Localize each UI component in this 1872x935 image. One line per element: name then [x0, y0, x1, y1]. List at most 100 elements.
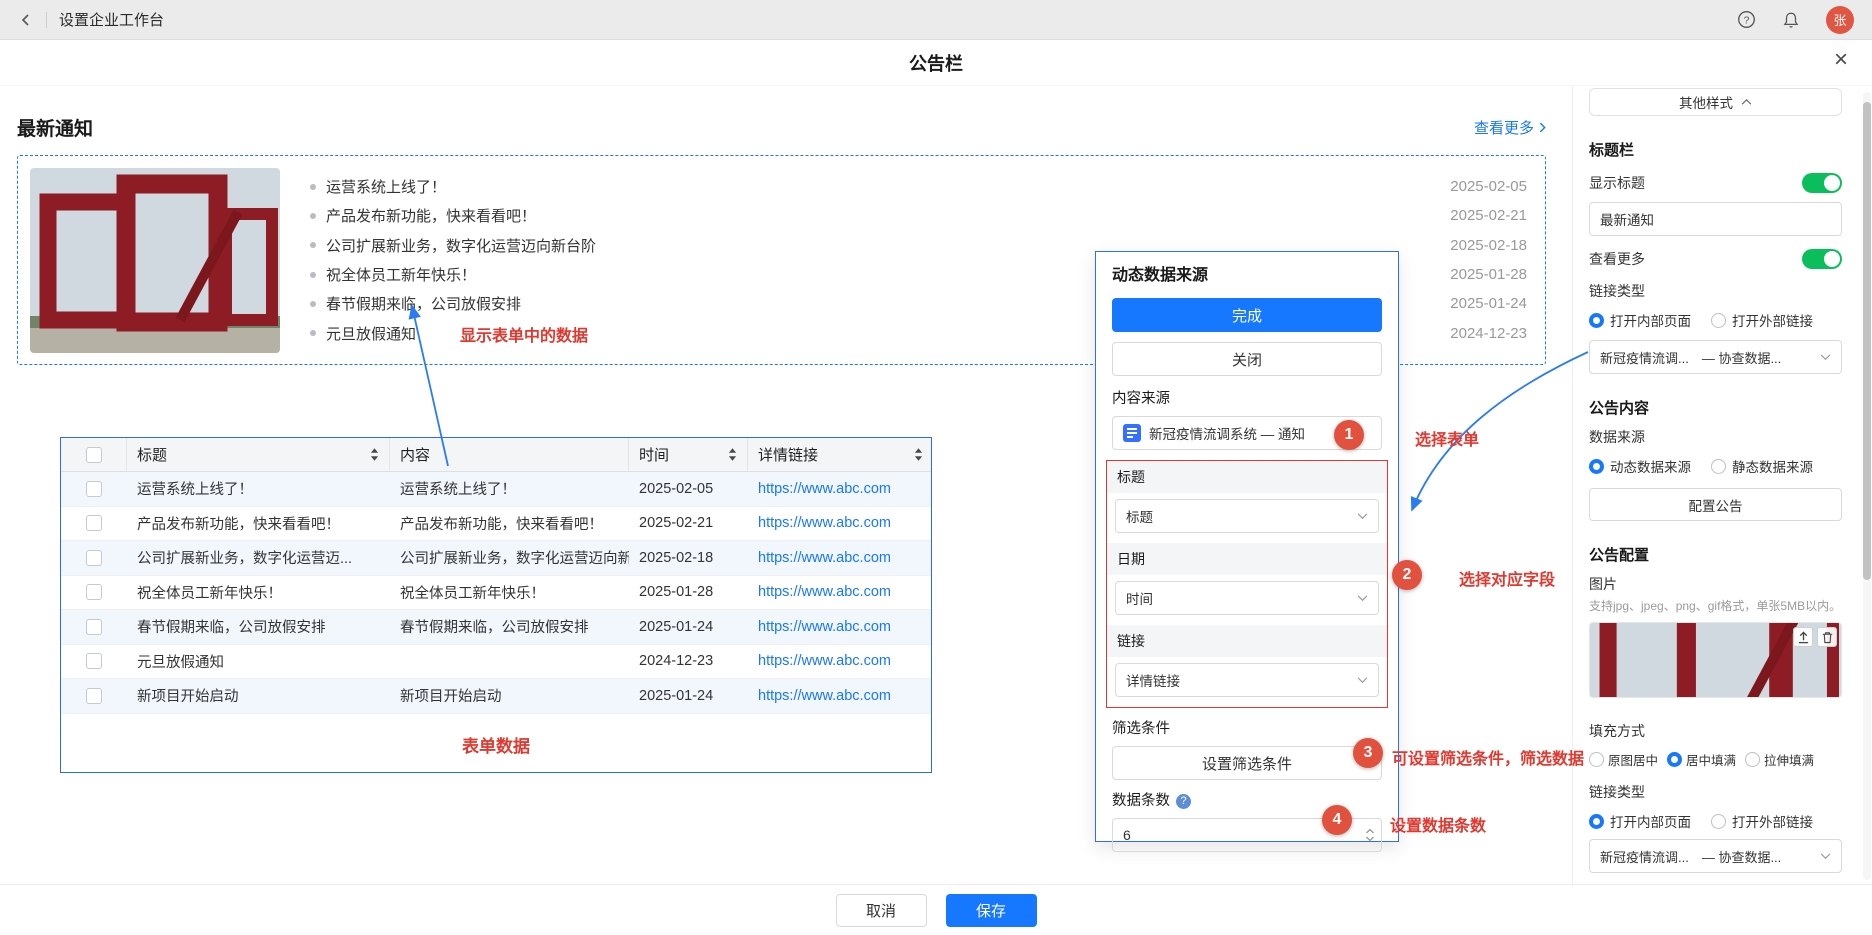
scrollbar-thumb[interactable] [1863, 102, 1871, 580]
radio-off-icon [1711, 459, 1726, 474]
cell-title: 公司扩展新业务，数字化运营迈... [127, 541, 390, 575]
radio-off-icon [1745, 752, 1760, 767]
content-source-value: 新冠疫情流调系统 — 通知 [1149, 423, 1305, 443]
radio-open-external[interactable]: 打开外部链接 [1711, 310, 1813, 330]
row-checkbox[interactable] [86, 481, 102, 497]
cell-link[interactable]: https://www.abc.com [748, 645, 933, 679]
back-button[interactable] [18, 12, 34, 28]
row-checkbox[interactable] [86, 688, 102, 704]
cell-link[interactable]: https://www.abc.com [748, 507, 933, 541]
other-style-collapse[interactable]: 其他样式 [1589, 88, 1842, 116]
cell-content: 春节假期来临，公司放假安排 [390, 610, 629, 644]
chevron-up-icon [1741, 99, 1752, 106]
bell-icon[interactable] [1782, 11, 1800, 29]
step-2-badge: 2 [1392, 560, 1422, 590]
view-more-toggle[interactable] [1802, 249, 1842, 269]
cell-title: 元旦放假通知 [127, 645, 390, 679]
avatar[interactable]: 张 [1826, 6, 1854, 34]
sort-icon[interactable] [728, 448, 737, 461]
table-row[interactable]: 春节假期来临，公司放假安排春节假期来临，公司放假安排2025-01-24http… [61, 610, 931, 645]
cell-link[interactable]: https://www.abc.com [748, 472, 933, 506]
done-button[interactable]: 完成 [1112, 298, 1382, 332]
close-icon[interactable]: × [1834, 48, 1848, 72]
cell-checkbox [61, 541, 127, 575]
notice-date: 2025-01-24 [1450, 295, 1527, 312]
title-input-wrap [1589, 202, 1842, 236]
header-title-label: 标题 [137, 444, 167, 465]
field-date-select[interactable]: 时间 [1115, 581, 1379, 615]
number-stepper[interactable] [1365, 827, 1375, 843]
step-4-badge: 4 [1322, 805, 1352, 835]
close-button[interactable]: 关闭 [1112, 342, 1382, 376]
title-input[interactable] [1600, 212, 1831, 227]
radio-label: 打开内部页面 [1610, 811, 1691, 831]
radio-fill-center-full[interactable]: 居中填满 [1667, 750, 1736, 769]
topbar-divider [46, 12, 47, 28]
field-mapping-highlight: 标题 标题 日期 时间 链接 详情链接 [1106, 460, 1388, 708]
topbar-right: ? 张 [1737, 6, 1854, 34]
row-checkbox[interactable] [86, 550, 102, 566]
internal-page-select-2[interactable]: 新冠疫情流调... — 协查数据... [1589, 839, 1842, 873]
cell-link[interactable]: https://www.abc.com [748, 576, 933, 610]
field-title-select[interactable]: 标题 [1115, 499, 1379, 533]
sort-icon[interactable] [370, 448, 379, 461]
page-title: 设置企业工作台 [59, 9, 164, 30]
table-row[interactable]: 新项目开始启动新项目开始启动2025-01-24https://www.abc.… [61, 679, 931, 714]
radio-label: 动态数据来源 [1610, 456, 1691, 476]
table-row[interactable]: 公司扩展新业务，数字化运营迈...公司扩展新业务，数字化运营迈向新台阶2025-… [61, 541, 931, 576]
upload-icon[interactable] [1793, 627, 1813, 647]
panel-title: 动态数据来源 [1112, 266, 1382, 286]
filter-label: 筛选条件 [1112, 720, 1382, 738]
field-link-select[interactable]: 详情链接 [1115, 663, 1379, 697]
notice-item[interactable]: 产品发布新功能，快来看看吧！2025-02-21 [310, 205, 1527, 226]
cell-content: 运营系统上线了！ [390, 472, 629, 506]
delete-icon[interactable] [1817, 627, 1837, 647]
image-label: 图片 [1589, 575, 1842, 593]
topbar: 设置企业工作台 ? 张 [0, 0, 1872, 40]
radio-label: 拉伸填满 [1764, 750, 1814, 769]
help-icon[interactable]: ? [1737, 10, 1756, 29]
help-circle-icon[interactable]: ? [1176, 794, 1191, 809]
select-all-checkbox[interactable] [86, 447, 102, 463]
radio-dynamic-source[interactable]: 动态数据来源 [1589, 456, 1691, 476]
cancel-button[interactable]: 取消 [836, 894, 927, 927]
table-row[interactable]: 产品发布新功能，快来看看吧！产品发布新功能，快来看看吧！2025-02-21ht… [61, 507, 931, 542]
radio-off-icon [1711, 313, 1726, 328]
radio-open-internal[interactable]: 打开内部页面 [1589, 310, 1691, 330]
notice-item[interactable]: 运营系统上线了！2025-02-05 [310, 176, 1527, 197]
table-row[interactable]: 祝全体员工新年快乐！祝全体员工新年快乐！2025-01-28https://ww… [61, 576, 931, 611]
row-checkbox[interactable] [86, 584, 102, 600]
radio-open-internal-2[interactable]: 打开内部页面 [1589, 811, 1691, 831]
show-title-toggle[interactable] [1802, 173, 1842, 193]
link-type-radios: 打开内部页面 打开外部链接 [1589, 310, 1842, 330]
radio-fill-stretch[interactable]: 拉伸填满 [1745, 750, 1814, 769]
form-app-icon [1123, 424, 1141, 442]
cell-checkbox [61, 507, 127, 541]
table-row[interactable]: 元旦放假通知2024-12-23https://www.abc.com [61, 645, 931, 680]
radio-fill-center-original[interactable]: 原图居中 [1589, 750, 1658, 769]
radio-label: 原图居中 [1608, 750, 1658, 769]
configure-announcement-button[interactable]: 配置公告 [1589, 488, 1842, 521]
image-heading: 公告配置 [1589, 547, 1842, 565]
notice-date: 2024-12-23 [1450, 325, 1527, 342]
internal-page-select[interactable]: 新冠疫情流调... — 协查数据... [1589, 340, 1842, 374]
radio-label: 打开内部页面 [1610, 310, 1691, 330]
cell-link[interactable]: https://www.abc.com [748, 610, 933, 644]
view-more-link[interactable]: 查看更多 [1474, 117, 1546, 138]
row-checkbox[interactable] [86, 619, 102, 635]
set-filter-button[interactable]: 设置筛选条件 [1112, 746, 1382, 780]
field-title-label: 标题 [1107, 461, 1387, 493]
cell-content [390, 645, 629, 679]
cell-link[interactable]: https://www.abc.com [748, 541, 933, 575]
save-button[interactable]: 保存 [946, 894, 1037, 927]
sort-icon[interactable] [914, 448, 923, 461]
cell-link[interactable]: https://www.abc.com [748, 679, 933, 713]
radio-open-external-2[interactable]: 打开外部链接 [1711, 811, 1813, 831]
table-row[interactable]: 运营系统上线了！运营系统上线了！2025-02-05https://www.ab… [61, 472, 931, 507]
row-checkbox[interactable] [86, 515, 102, 531]
view-more-row: 查看更多 [1589, 248, 1842, 270]
internal-page-value: 新冠疫情流调... — 协查数据... [1600, 348, 1781, 367]
radio-label: 打开外部链接 [1732, 811, 1813, 831]
row-checkbox[interactable] [86, 653, 102, 669]
radio-static-source[interactable]: 静态数据来源 [1711, 456, 1813, 476]
